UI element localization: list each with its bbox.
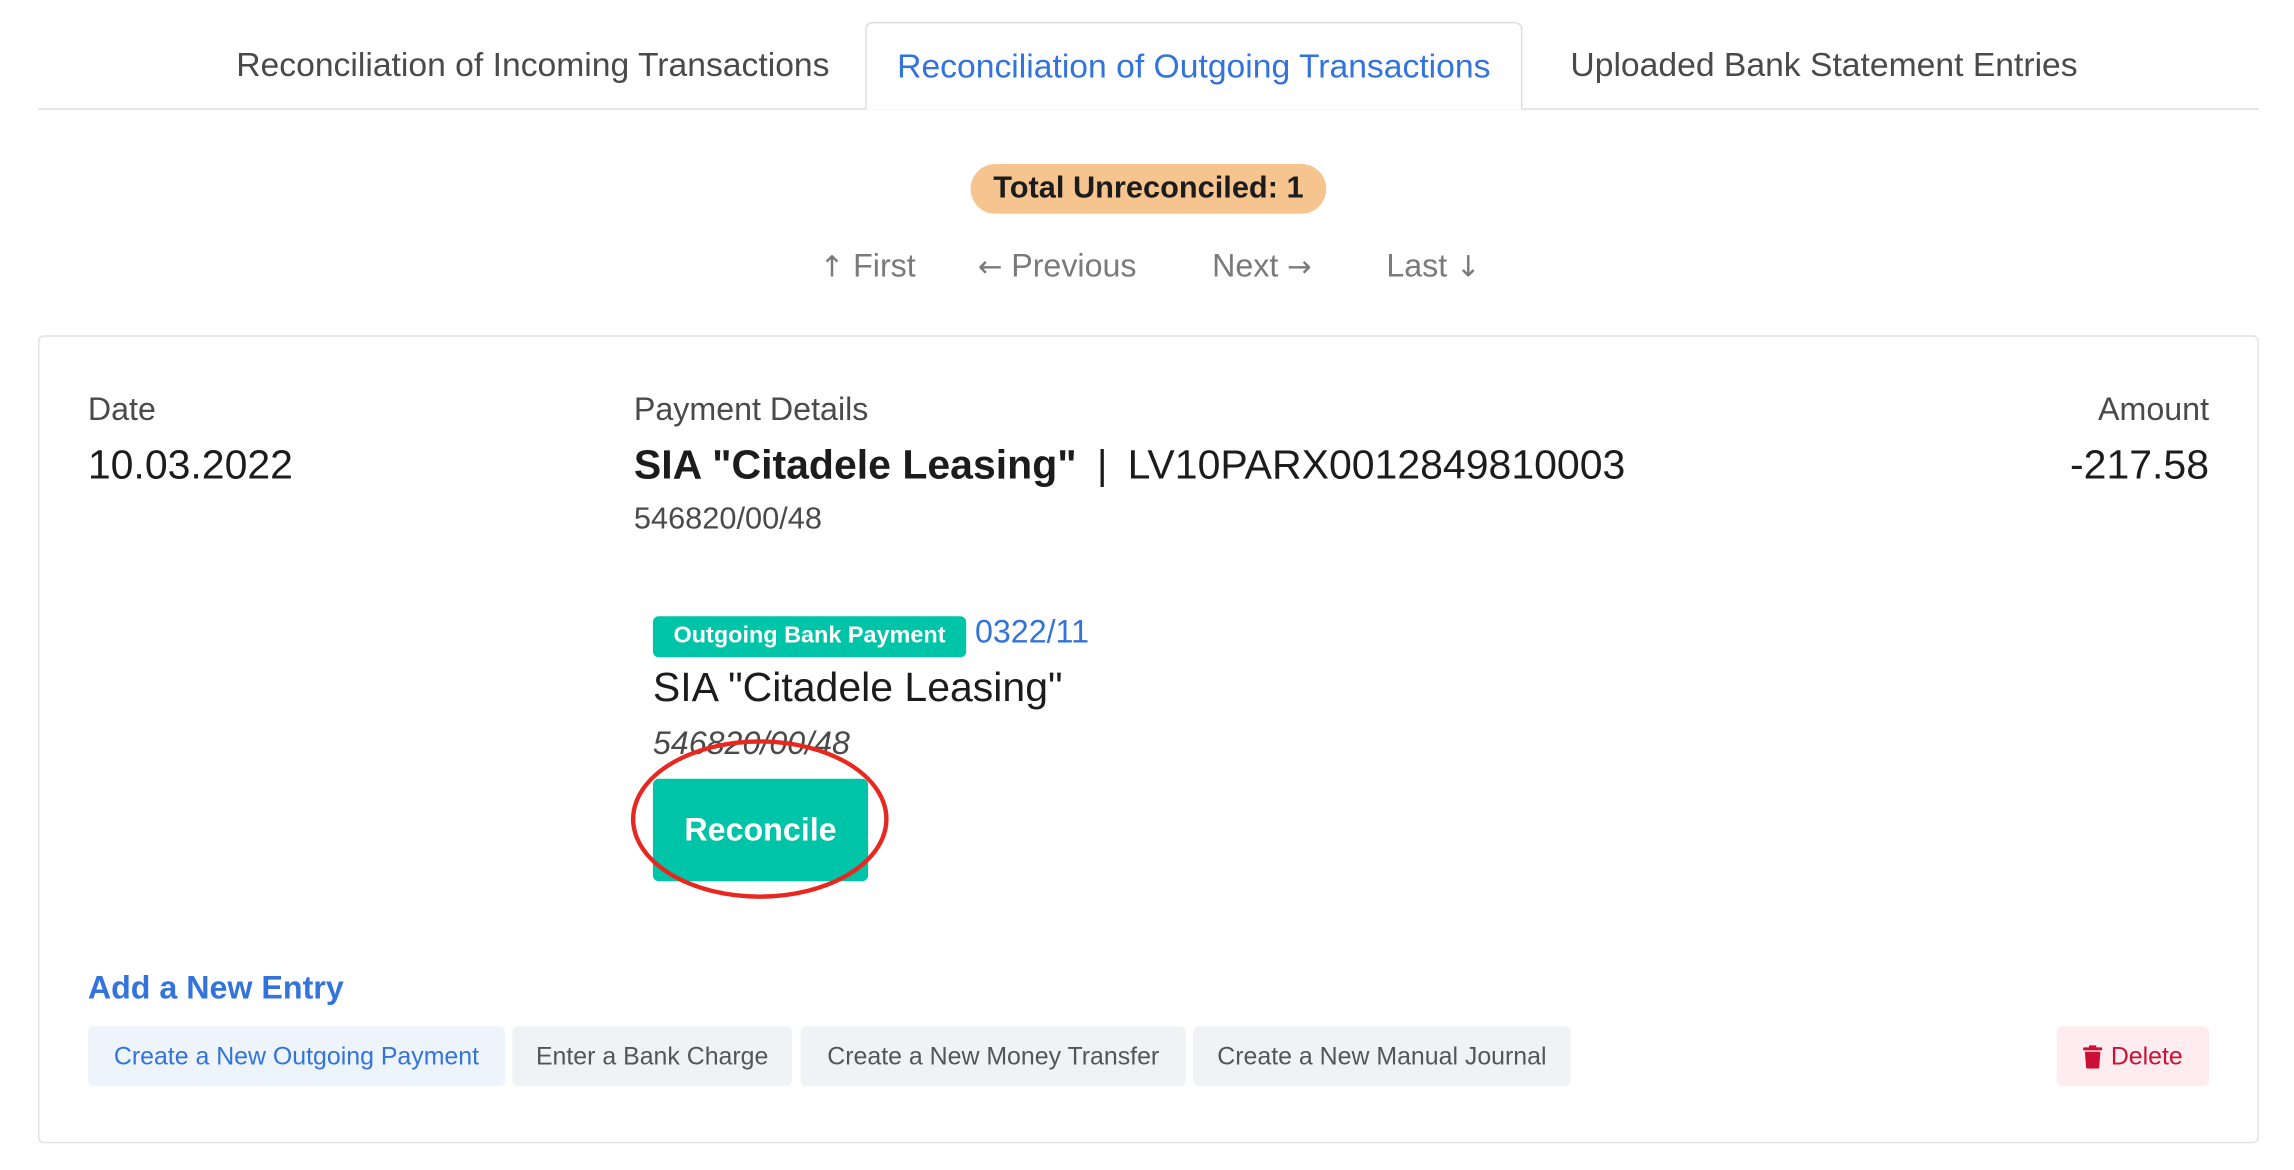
transaction-date: 10.03.2022: [87, 442, 293, 488]
pager-previous-link[interactable]: ← Previous: [978, 243, 1137, 290]
trash-icon: [2083, 1044, 2103, 1068]
payment-reference: 546820/00/48: [633, 502, 822, 536]
tab-label: Reconciliation of Outgoing Transactions: [897, 46, 1491, 85]
create-money-transfer-button[interactable]: Create a New Money Transfer: [800, 1026, 1186, 1087]
details-separator: |: [1096, 442, 1108, 488]
pager-first-label: First: [853, 247, 916, 284]
match-payee-name: SIA "Citadele Leasing": [652, 664, 1063, 710]
amount-label: Amount: [2098, 390, 2210, 428]
delete-label: Delete: [2110, 1041, 2183, 1070]
date-label: Date: [87, 390, 156, 428]
reconcile-button[interactable]: Reconcile: [652, 778, 869, 882]
payee-iban: LV10PARX0012849810003: [1127, 442, 1626, 488]
payment-details-line: SIA "Citadele Leasing" | LV10PARX0012849…: [634, 442, 1625, 489]
tab-bar: Reconciliation of Incoming Transactions …: [38, 21, 2259, 110]
tab-bank-statement-entries[interactable]: Uploaded Bank Statement Entries: [1531, 22, 2117, 107]
create-outgoing-payment-button[interactable]: Create a New Outgoing Payment: [87, 1026, 506, 1087]
arrow-right-icon: →: [1287, 248, 1312, 284]
pager-previous-label: Previous: [1011, 247, 1137, 284]
payee-name: SIA "Citadele Leasing": [633, 442, 1077, 488]
arrow-left-icon: ←: [977, 248, 1003, 284]
payment-details-label: Payment Details: [633, 390, 869, 428]
create-manual-journal-button[interactable]: Create a New Manual Journal: [1193, 1026, 1571, 1087]
arrow-up-icon: ↑: [819, 248, 845, 284]
outgoing-bank-payment-tag: Outgoing Bank Payment: [652, 616, 967, 658]
delete-button[interactable]: Delete: [2056, 1026, 2210, 1087]
pager-next-link[interactable]: Next →: [1212, 243, 1312, 290]
tab-label: Uploaded Bank Statement Entries: [1570, 44, 2078, 83]
add-new-entry-title: Add a New Entry: [87, 969, 344, 1006]
pager-last-link[interactable]: Last ↓: [1386, 243, 1480, 290]
reconciliation-page: Reconciliation of Incoming Transactions …: [0, 0, 2294, 1168]
match-reference: 546820/00/48: [652, 724, 850, 762]
document-number-link[interactable]: 0322/11: [975, 613, 1089, 651]
pager-next-label: Next: [1212, 247, 1279, 284]
tab-outgoing-transactions[interactable]: Reconciliation of Outgoing Transactions: [865, 21, 1523, 110]
arrow-down-icon: ↓: [1455, 248, 1481, 284]
transaction-amount: -217.58: [2070, 442, 2210, 488]
pager-first-link[interactable]: ↑ First: [820, 243, 916, 290]
tab-incoming-transactions[interactable]: Reconciliation of Incoming Transactions: [202, 22, 864, 107]
total-unreconciled-badge: Total Unreconciled: 1: [970, 163, 1327, 214]
pager-last-label: Last: [1386, 247, 1448, 284]
enter-bank-charge-button[interactable]: Enter a Bank Charge: [512, 1026, 792, 1087]
tab-label: Reconciliation of Incoming Transactions: [236, 44, 830, 83]
